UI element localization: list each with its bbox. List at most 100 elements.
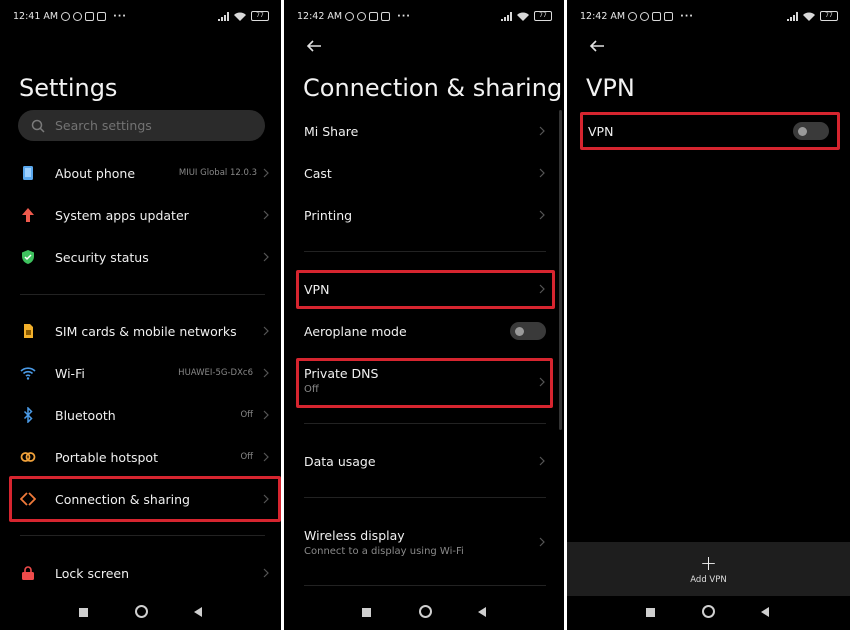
connection-item-wireless-display[interactable]: Wireless display Connect to a display us… xyxy=(284,520,560,564)
divider xyxy=(20,535,265,536)
settings-screen: 12:41 AM ··· 77 Settings About phone MIU… xyxy=(0,0,281,630)
back-button[interactable] xyxy=(478,607,486,617)
highlight-box-vpn-toggle xyxy=(580,112,840,150)
settings-item-system-apps-updater[interactable]: System apps updater xyxy=(0,197,281,233)
phone-icon xyxy=(23,166,33,180)
wifi-status-icon xyxy=(517,12,529,21)
search-bar[interactable] xyxy=(18,110,265,141)
connection-item-mi-share[interactable]: Mi Share xyxy=(284,113,560,149)
signal-icon xyxy=(787,11,798,21)
lock-icon xyxy=(22,566,34,580)
connection-item-sub: Connect to a display using Wi-Fi xyxy=(304,546,464,557)
toggle-knob xyxy=(515,327,524,336)
signal-icon xyxy=(218,11,229,21)
status-time: 12:42 AM xyxy=(297,11,343,22)
settings-item-about-phone[interactable]: About phone MIUI Global 12.0.3 xyxy=(0,155,281,191)
aeroplane-mode-toggle[interactable] xyxy=(510,322,546,340)
chevron-right-icon xyxy=(263,252,269,262)
search-icon xyxy=(31,119,45,133)
connection-item-cast[interactable]: Cast xyxy=(284,155,560,191)
connection-item-label: Cast xyxy=(304,165,332,181)
connection-item-label: Mi Share xyxy=(304,123,359,139)
alarm-icon xyxy=(628,12,638,21)
settings-item-portable-hotspot[interactable]: Portable hotspot Off xyxy=(0,439,281,475)
page-title: Settings xyxy=(19,74,118,102)
settings-item-lock-screen[interactable]: Lock screen xyxy=(0,555,281,591)
chevron-right-icon xyxy=(539,456,545,466)
chevron-right-icon xyxy=(539,210,545,220)
settings-item-label: Portable hotspot xyxy=(55,449,158,465)
back-button[interactable] xyxy=(761,607,769,617)
shield-icon xyxy=(22,250,34,264)
signal-icon xyxy=(501,11,512,21)
recents-button[interactable] xyxy=(79,608,88,617)
divider xyxy=(304,423,546,424)
snapchat-icon xyxy=(664,12,674,21)
wifi-status-icon xyxy=(234,12,246,21)
settings-item-label: Security status xyxy=(55,249,149,265)
settings-item-sim-cards[interactable]: SIM cards & mobile networks xyxy=(0,313,281,349)
connection-item-aeroplane-mode[interactable]: Aeroplane mode xyxy=(284,313,560,349)
chevron-right-icon xyxy=(263,210,269,220)
status-bar-left: 12:42 AM ··· xyxy=(297,11,411,22)
connection-item-label: Data usage xyxy=(304,453,376,469)
connection-sharing-screen: 12:42 AM ··· 77 Connection & sharing Mi … xyxy=(284,0,564,630)
add-vpn-label: Add VPN xyxy=(690,574,727,585)
navigation-bar xyxy=(567,604,850,620)
settings-item-wifi[interactable]: Wi-Fi HUAWEI-5G-DXc6 xyxy=(0,355,281,391)
page-title: VPN xyxy=(586,74,635,102)
recents-button[interactable] xyxy=(362,608,371,617)
alarm-icon xyxy=(61,12,71,21)
settings-item-label: SIM cards & mobile networks xyxy=(55,323,237,339)
connection-item-printing[interactable]: Printing xyxy=(284,197,560,233)
search-input[interactable] xyxy=(53,117,257,134)
back-arrow-icon[interactable] xyxy=(304,36,324,56)
highlight-box-connection-sharing xyxy=(9,476,281,522)
chevron-right-icon xyxy=(539,126,545,136)
home-button[interactable] xyxy=(702,605,715,618)
home-button[interactable] xyxy=(135,605,148,618)
settings-item-security-status[interactable]: Security status xyxy=(0,239,281,275)
linkedin-icon xyxy=(85,12,95,21)
chevron-right-icon xyxy=(263,452,269,462)
whatsapp-icon xyxy=(357,12,367,21)
chevron-right-icon xyxy=(539,537,545,547)
status-time: 12:41 AM xyxy=(13,11,59,22)
wifi-icon xyxy=(20,367,36,380)
settings-item-label: System apps updater xyxy=(55,207,189,223)
page-title: Connection & sharing xyxy=(303,74,563,102)
whatsapp-icon xyxy=(73,12,83,21)
plus-icon: + xyxy=(700,550,717,575)
back-arrow-icon[interactable] xyxy=(587,36,607,56)
settings-item-value: HUAWEI-5G-DXc6 xyxy=(178,368,253,378)
sim-icon xyxy=(24,324,33,338)
settings-item-label: Wi-Fi xyxy=(55,365,85,381)
back-button[interactable] xyxy=(194,607,202,617)
settings-item-label: Lock screen xyxy=(55,565,130,581)
recents-button[interactable] xyxy=(646,608,655,617)
connection-item-label: Wireless display xyxy=(304,528,405,543)
chevron-right-icon xyxy=(263,568,269,578)
add-vpn-button[interactable]: + Add VPN xyxy=(567,542,850,596)
settings-item-value: MIUI Global 12.0.3 xyxy=(178,168,257,178)
alarm-icon xyxy=(345,12,355,21)
battery-icon: 77 xyxy=(534,11,552,21)
linkedin-icon xyxy=(369,12,379,21)
settings-item-label: Bluetooth xyxy=(55,407,116,423)
snapchat-icon xyxy=(381,12,391,21)
divider xyxy=(304,497,546,498)
connection-item-data-usage[interactable]: Data usage xyxy=(284,443,560,479)
chevron-right-icon xyxy=(263,368,269,378)
bluetooth-icon xyxy=(23,407,33,423)
divider xyxy=(20,294,265,295)
settings-item-bluetooth[interactable]: Bluetooth Off xyxy=(0,397,281,433)
home-button[interactable] xyxy=(419,605,432,618)
more-dots-icon: ··· xyxy=(113,11,127,22)
status-time: 12:42 AM xyxy=(580,11,626,22)
whatsapp-icon xyxy=(640,12,650,21)
chevron-right-icon xyxy=(539,168,545,178)
more-dots-icon: ··· xyxy=(680,11,694,22)
navigation-bar xyxy=(0,604,281,620)
status-bar-right: 77 xyxy=(501,11,552,21)
more-dots-icon: ··· xyxy=(397,11,411,22)
